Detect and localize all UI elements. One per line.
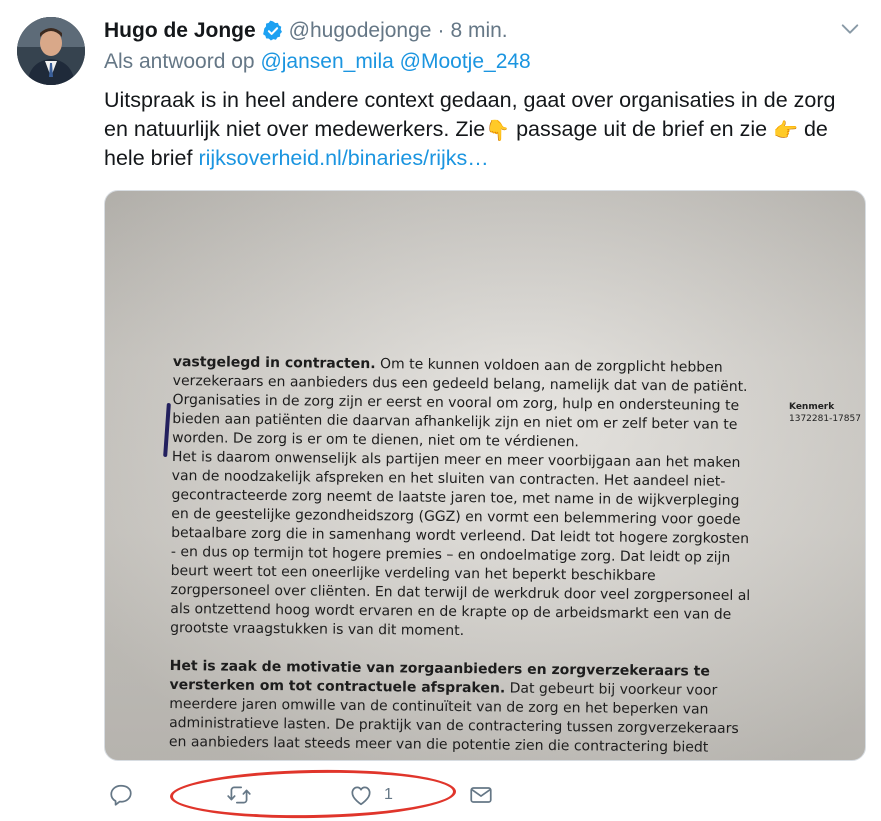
doc-line-text: Dat gebeurt bij voorkeur voor (509, 680, 718, 699)
direct-message-button[interactable] (468, 780, 494, 810)
reply-context: Als antwoord op @jansen_mila @Mootje_248 (104, 50, 531, 74)
avatar-photo (17, 17, 85, 85)
red-annotation-circle (169, 767, 457, 821)
tweet-text-part: passage uit de brief en zie (516, 117, 768, 141)
kenmerk-value: 1372281-17857 (789, 414, 861, 424)
author-handle[interactable]: @hugodejonge (289, 19, 432, 43)
mention-link[interactable]: @jansen_mila (260, 50, 393, 73)
separator-dot: · (437, 19, 445, 42)
doc-line-text: Om te kunnen voldoen aan de zorgplicht h… (379, 356, 723, 376)
doc-bold: vastgelegd in contracten. (172, 353, 376, 373)
reply-prefix: Als antwoord op (104, 50, 255, 73)
document-text: vastgelegd in contracten. Om te kunnen v… (169, 353, 793, 758)
envelope-icon (470, 787, 492, 803)
chevron-down-icon[interactable] (839, 18, 861, 40)
tweet-header: Hugo de Jonge @hugodejonge · 8 min. (104, 14, 861, 48)
verified-badge-icon (262, 20, 282, 41)
tweet-timestamp[interactable]: 8 min. (450, 19, 507, 43)
reply-button[interactable] (108, 780, 134, 810)
mention-link[interactable]: @Mootje_248 (400, 50, 531, 73)
doc-bold: versterken om tot contractuele afspraken… (169, 676, 506, 697)
tweet-media-photo[interactable]: Kenmerk 1372281-17857 vastgelegd in cont… (104, 190, 866, 761)
author-name[interactable]: Hugo de Jonge (104, 19, 256, 43)
kenmerk-block: Kenmerk 1372281-17857 (789, 401, 861, 425)
avatar[interactable] (17, 17, 85, 85)
tweet-link[interactable]: rijksoverheid.nl/binaries/rijks… (198, 146, 488, 170)
pointing-down-emoji-icon: 👇 (485, 120, 511, 142)
reply-icon (110, 784, 132, 806)
kenmerk-label: Kenmerk (789, 402, 835, 412)
pointing-right-emoji-icon: 👉 (773, 120, 798, 142)
tweet-text: Uitspraak is in heel andere context geda… (104, 86, 864, 173)
